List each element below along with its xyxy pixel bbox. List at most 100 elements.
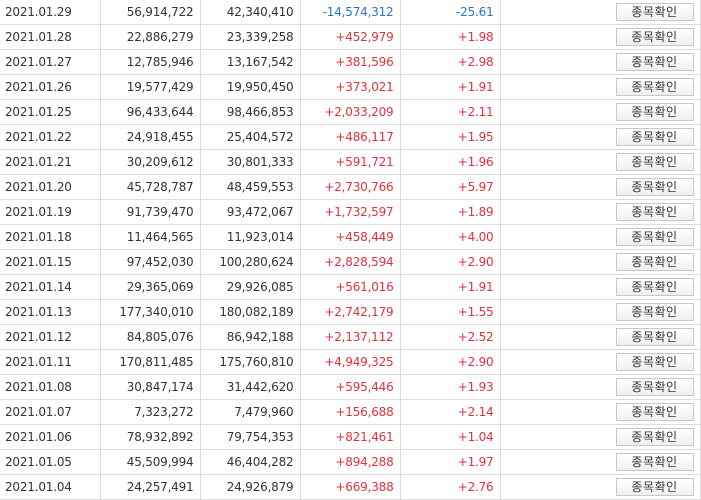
check-stock-button[interactable]: 종목확인 [615,303,694,321]
date-cell: 2021.01.25 [0,99,101,125]
action-cell: 종목확인 [500,149,701,175]
rate-cell: +4.00 [400,224,501,250]
date-cell: 2021.01.04 [0,474,101,500]
table-row: 2021.01.11 170,811,485 175,760,810 +4,94… [0,349,701,375]
rate-cell: +2.52 [400,324,501,350]
date-cell: 2021.01.06 [0,424,101,450]
table-row: 2021.01.28 22,886,279 23,339,258 +452,97… [0,24,701,50]
action-cell: 종목확인 [500,474,701,500]
rate-cell: +1.91 [400,74,501,100]
change-cell: +452,979 [300,24,401,50]
value-cell-2: 86,942,188 [200,324,301,350]
value-cell-1: 29,365,069 [100,274,201,300]
table-body: 2021.01.29 56,914,722 42,340,410 -14,574… [0,0,701,500]
check-stock-button[interactable]: 종목확인 [615,53,694,71]
check-stock-button[interactable]: 종목확인 [615,28,694,46]
value-cell-1: 24,918,455 [100,124,201,150]
action-cell: 종목확인 [500,249,701,275]
check-stock-button[interactable]: 종목확인 [615,103,694,121]
change-cell: +458,449 [300,224,401,250]
date-cell: 2021.01.26 [0,74,101,100]
check-stock-button[interactable]: 종목확인 [615,128,694,146]
check-stock-button[interactable]: 종목확인 [615,228,694,246]
table-row: 2021.01.22 24,918,455 25,404,572 +486,11… [0,124,701,150]
date-cell: 2021.01.08 [0,374,101,400]
date-cell: 2021.01.12 [0,324,101,350]
value-cell-2: 25,404,572 [200,124,301,150]
rate-cell: +2.90 [400,249,501,275]
rate-cell: +1.96 [400,149,501,175]
action-cell: 종목확인 [500,349,701,375]
check-stock-button[interactable]: 종목확인 [615,3,694,21]
value-cell-2: 46,404,282 [200,449,301,475]
value-cell-2: 93,472,067 [200,199,301,225]
value-cell-1: 78,932,892 [100,424,201,450]
table-row: 2021.01.08 30,847,174 31,442,620 +595,44… [0,374,701,400]
change-cell: +2,828,594 [300,249,401,275]
action-cell: 종목확인 [500,424,701,450]
action-cell: 종목확인 [500,449,701,475]
check-stock-button[interactable]: 종목확인 [615,178,694,196]
value-cell-2: 13,167,542 [200,49,301,75]
table-row: 2021.01.15 97,452,030 100,280,624 +2,828… [0,249,701,275]
check-stock-button[interactable]: 종목확인 [615,328,694,346]
table-row: 2021.01.20 45,728,787 48,459,553 +2,730,… [0,174,701,200]
value-cell-1: 91,739,470 [100,199,201,225]
change-cell: +381,596 [300,49,401,75]
table-row: 2021.01.21 30,209,612 30,801,333 +591,72… [0,149,701,175]
check-stock-button[interactable]: 종목확인 [615,153,694,171]
table-row: 2021.01.05 45,509,994 46,404,282 +894,28… [0,449,701,475]
table-row: 2021.01.06 78,932,892 79,754,353 +821,46… [0,424,701,450]
table-row: 2021.01.12 84,805,076 86,942,188 +2,137,… [0,324,701,350]
check-stock-button[interactable]: 종목확인 [615,78,694,96]
value-cell-1: 96,433,644 [100,99,201,125]
daily-data-table: 2021.01.29 56,914,722 42,340,410 -14,574… [0,0,701,500]
value-cell-2: 19,950,450 [200,74,301,100]
value-cell-1: 45,509,994 [100,449,201,475]
value-cell-2: 24,926,879 [200,474,301,500]
check-stock-button[interactable]: 종목확인 [615,403,694,421]
date-cell: 2021.01.11 [0,349,101,375]
value-cell-2: 98,466,853 [200,99,301,125]
value-cell-1: 170,811,485 [100,349,201,375]
check-stock-button[interactable]: 종목확인 [615,453,694,471]
value-cell-2: 79,754,353 [200,424,301,450]
table-row: 2021.01.29 56,914,722 42,340,410 -14,574… [0,0,701,25]
rate-cell: +1.91 [400,274,501,300]
check-stock-button[interactable]: 종목확인 [615,353,694,371]
check-stock-button[interactable]: 종목확인 [615,378,694,396]
check-stock-button[interactable]: 종목확인 [615,278,694,296]
date-cell: 2021.01.05 [0,449,101,475]
value-cell-2: 175,760,810 [200,349,301,375]
rate-cell: +2.98 [400,49,501,75]
change-cell: +373,021 [300,74,401,100]
table-row: 2021.01.14 29,365,069 29,926,085 +561,01… [0,274,701,300]
rate-cell: +1.97 [400,449,501,475]
action-cell: 종목확인 [500,74,701,100]
table-row: 2021.01.26 19,577,429 19,950,450 +373,02… [0,74,701,100]
check-stock-button[interactable]: 종목확인 [615,478,694,496]
action-cell: 종목확인 [500,399,701,425]
date-cell: 2021.01.14 [0,274,101,300]
action-cell: 종목확인 [500,0,701,25]
date-cell: 2021.01.18 [0,224,101,250]
value-cell-2: 100,280,624 [200,249,301,275]
rate-cell: +2.14 [400,399,501,425]
rate-cell: +1.98 [400,24,501,50]
value-cell-1: 7,323,272 [100,399,201,425]
action-cell: 종목확인 [500,174,701,200]
date-cell: 2021.01.29 [0,0,101,25]
value-cell-1: 12,785,946 [100,49,201,75]
check-stock-button[interactable]: 종목확인 [615,203,694,221]
action-cell: 종목확인 [500,24,701,50]
table-row: 2021.01.27 12,785,946 13,167,542 +381,59… [0,49,701,75]
check-stock-button[interactable]: 종목확인 [615,253,694,271]
action-cell: 종목확인 [500,49,701,75]
check-stock-button[interactable]: 종목확인 [615,428,694,446]
value-cell-2: 31,442,620 [200,374,301,400]
action-cell: 종목확인 [500,274,701,300]
change-cell: +156,688 [300,399,401,425]
action-cell: 종목확인 [500,299,701,325]
value-cell-1: 30,847,174 [100,374,201,400]
table-row: 2021.01.13 177,340,010 180,082,189 +2,74… [0,299,701,325]
